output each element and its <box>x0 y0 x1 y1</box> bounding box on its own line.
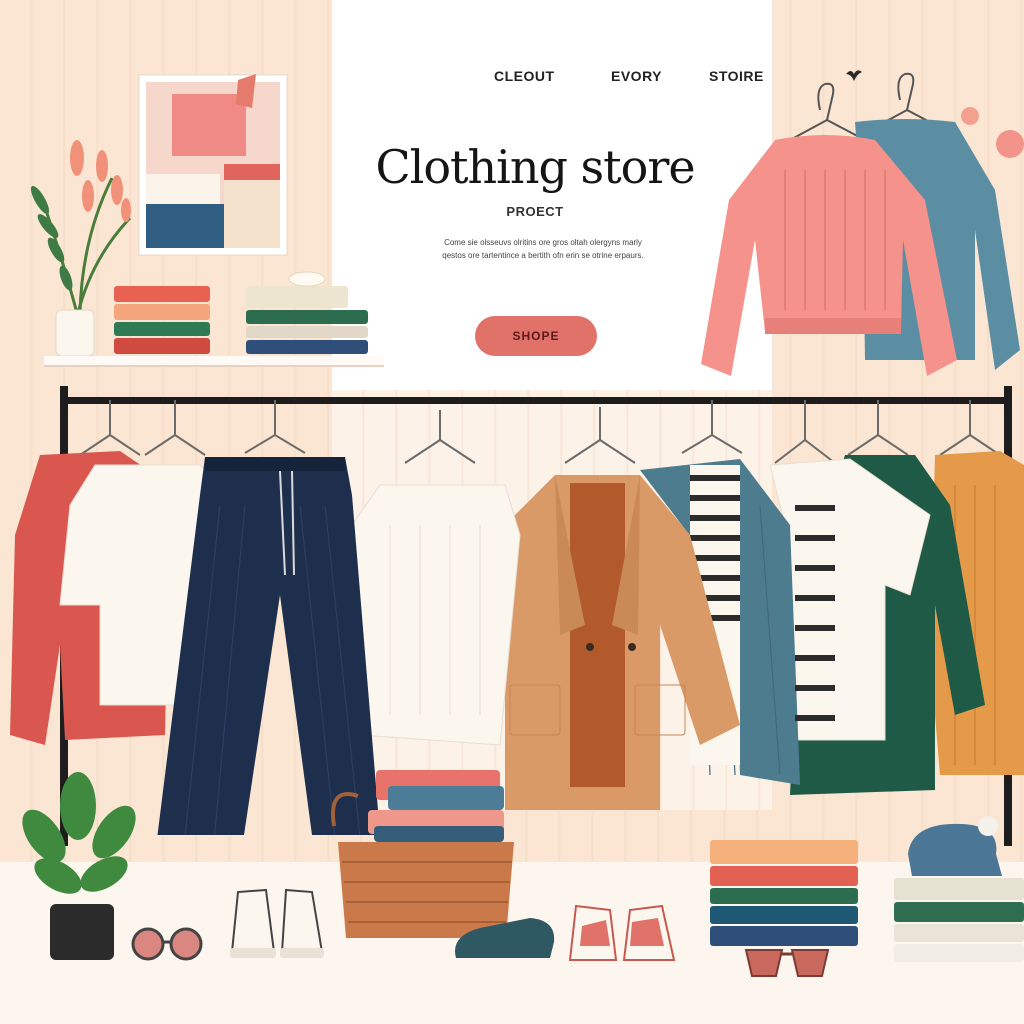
hero-description-line: qestos ore tartentince a bertith ofn eri… <box>442 251 644 260</box>
folded-stack <box>710 840 858 946</box>
page-title: Clothing store <box>375 140 695 194</box>
sneaker-icon <box>568 904 676 961</box>
folded-stack <box>246 271 368 354</box>
wall-art <box>138 74 288 256</box>
decor-dots <box>961 107 1024 158</box>
nav-item-evory[interactable]: EVORY <box>611 68 662 84</box>
sunglasses-icon <box>744 949 830 977</box>
folded-stack <box>894 816 1024 962</box>
hanger-icon <box>897 72 915 111</box>
shop-button[interactable]: SHOPE <box>475 316 597 356</box>
hanger-icon <box>817 82 835 121</box>
plant-icon <box>22 772 136 960</box>
hero-description: Come sie olsseuvs olritins ore gros olta… <box>408 236 678 262</box>
hero-description-line: Come sie olsseuvs olritins ore gros olta… <box>444 238 642 247</box>
wall-shelf <box>44 356 384 367</box>
sunglasses-icon <box>131 927 203 961</box>
hanger-icon <box>79 400 1001 464</box>
nav-item-cleout[interactable]: CLEOUT <box>494 68 555 84</box>
page-subtitle: PROECT <box>506 204 564 219</box>
slipper-icon <box>455 918 555 958</box>
folded-stack <box>114 286 210 354</box>
sneaker-icon <box>230 888 324 958</box>
